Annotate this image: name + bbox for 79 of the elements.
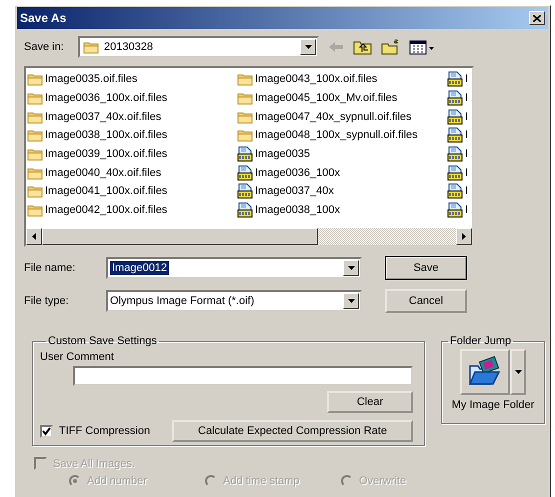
file-item[interactable]: Image0042_100x.oif.files: [27, 200, 237, 220]
file-icon: [237, 146, 253, 162]
user-comment-field[interactable]: [73, 366, 413, 386]
close-icon: [533, 14, 541, 22]
folder-icon: [237, 128, 253, 142]
tiff-compression-checkbox[interactable]: [40, 424, 53, 438]
view-menu-icon[interactable]: [409, 39, 435, 55]
folder-icon: [27, 166, 43, 180]
save-in-dropdown[interactable]: 20130328: [78, 36, 319, 58]
file-icon: [237, 183, 253, 200]
file-item[interactable]: Image0047_40x_sypnull.oif.files: [237, 107, 447, 126]
window-title: Save As: [20, 11, 66, 25]
clear-button[interactable]: Clear: [327, 391, 413, 413]
file-item[interactable]: Image0040_40x.oif.files: [27, 163, 237, 182]
file-icon: [447, 71, 463, 88]
file-item[interactable]: Image0035.oif.files: [27, 70, 237, 89]
up-folder-icon[interactable]: [353, 39, 373, 55]
folder-icon: [27, 147, 43, 162]
scroll-left-icon: [32, 233, 36, 240]
folder-icon: [83, 40, 99, 54]
file-icon: [237, 164, 253, 181]
folder-jump-label: My Image Folder: [452, 399, 534, 411]
file-item[interactable]: Image0045_100x_Mv.oif.files: [237, 88, 447, 108]
file-icon: [447, 202, 463, 218]
file-item[interactable]: I: [447, 182, 472, 201]
folder-icon: [27, 184, 43, 198]
folder-name: 20130328: [103, 41, 154, 53]
close-button[interactable]: [529, 11, 545, 25]
file-name-label: File name:: [24, 262, 76, 274]
file-icon: [237, 202, 253, 218]
calculate-compression-button[interactable]: Calculate Expected Compression Rate: [172, 420, 413, 442]
file-icon: [447, 108, 463, 125]
file-item[interactable]: I: [447, 200, 472, 220]
folder-icon: [27, 203, 43, 218]
scroll-right-icon: [462, 233, 466, 240]
file-item[interactable]: Image0043_100x.oif.files: [237, 70, 447, 89]
new-folder-icon[interactable]: [381, 39, 401, 55]
file-item[interactable]: Image0041_100x.oif.files: [27, 182, 237, 201]
group-title: Folder Jump: [449, 335, 512, 347]
file-item[interactable]: Image0038_100x: [237, 200, 447, 220]
file-item[interactable]: Image0038_100x.oif.files: [27, 126, 237, 145]
file-item[interactable]: Image0039_100x.oif.files: [27, 144, 237, 164]
file-item[interactable]: Image0035: [237, 144, 447, 164]
folder-icon: [27, 128, 43, 142]
file-item[interactable]: Image0048_100x_sypnull.oif.files: [237, 126, 447, 145]
file-icon: [447, 90, 463, 106]
folder-icon: [237, 110, 253, 124]
file-item[interactable]: I: [447, 163, 472, 182]
file-item[interactable]: I: [447, 70, 472, 89]
file-item[interactable]: I: [447, 107, 472, 126]
file-name-field[interactable]: Image0012: [106, 257, 362, 279]
folder-jump-button[interactable]: [460, 349, 510, 395]
folder-icon: [27, 72, 43, 86]
save-in-label: Save in:: [24, 41, 65, 53]
folder-icon: [237, 72, 253, 86]
file-item[interactable]: Image0037_40x.oif.files: [27, 107, 237, 126]
folder-icon: [237, 91, 253, 106]
save-button[interactable]: Save: [385, 256, 467, 280]
file-icon: [447, 146, 463, 162]
file-item[interactable]: I: [447, 126, 472, 145]
file-item[interactable]: Image0036_100x.oif.files: [27, 88, 237, 108]
file-item[interactable]: Image0036_100x: [237, 163, 447, 182]
folder-icon: [27, 110, 43, 124]
file-item[interactable]: I: [447, 88, 472, 108]
user-comment-label: User Comment: [40, 351, 115, 363]
file-icon: [447, 164, 463, 181]
file-icon: [447, 183, 463, 200]
caret-icon: [514, 370, 522, 374]
folder-icon: [27, 91, 43, 106]
horizontal-scrollbar[interactable]: [26, 228, 472, 245]
cancel-button[interactable]: Cancel: [385, 289, 467, 313]
file-item[interactable]: Image0037_40x: [237, 182, 447, 201]
file-item[interactable]: I: [447, 144, 472, 164]
group-title: Custom Save Settings: [47, 335, 158, 347]
file-type-label: File type:: [24, 295, 70, 307]
file-icon: [447, 127, 463, 144]
file-list[interactable]: [24, 66, 474, 247]
tiff-compression-label: TIFF Compression: [59, 425, 150, 437]
file-type-dropdown[interactable]: Olympus Image Format (*.oif): [106, 290, 362, 312]
